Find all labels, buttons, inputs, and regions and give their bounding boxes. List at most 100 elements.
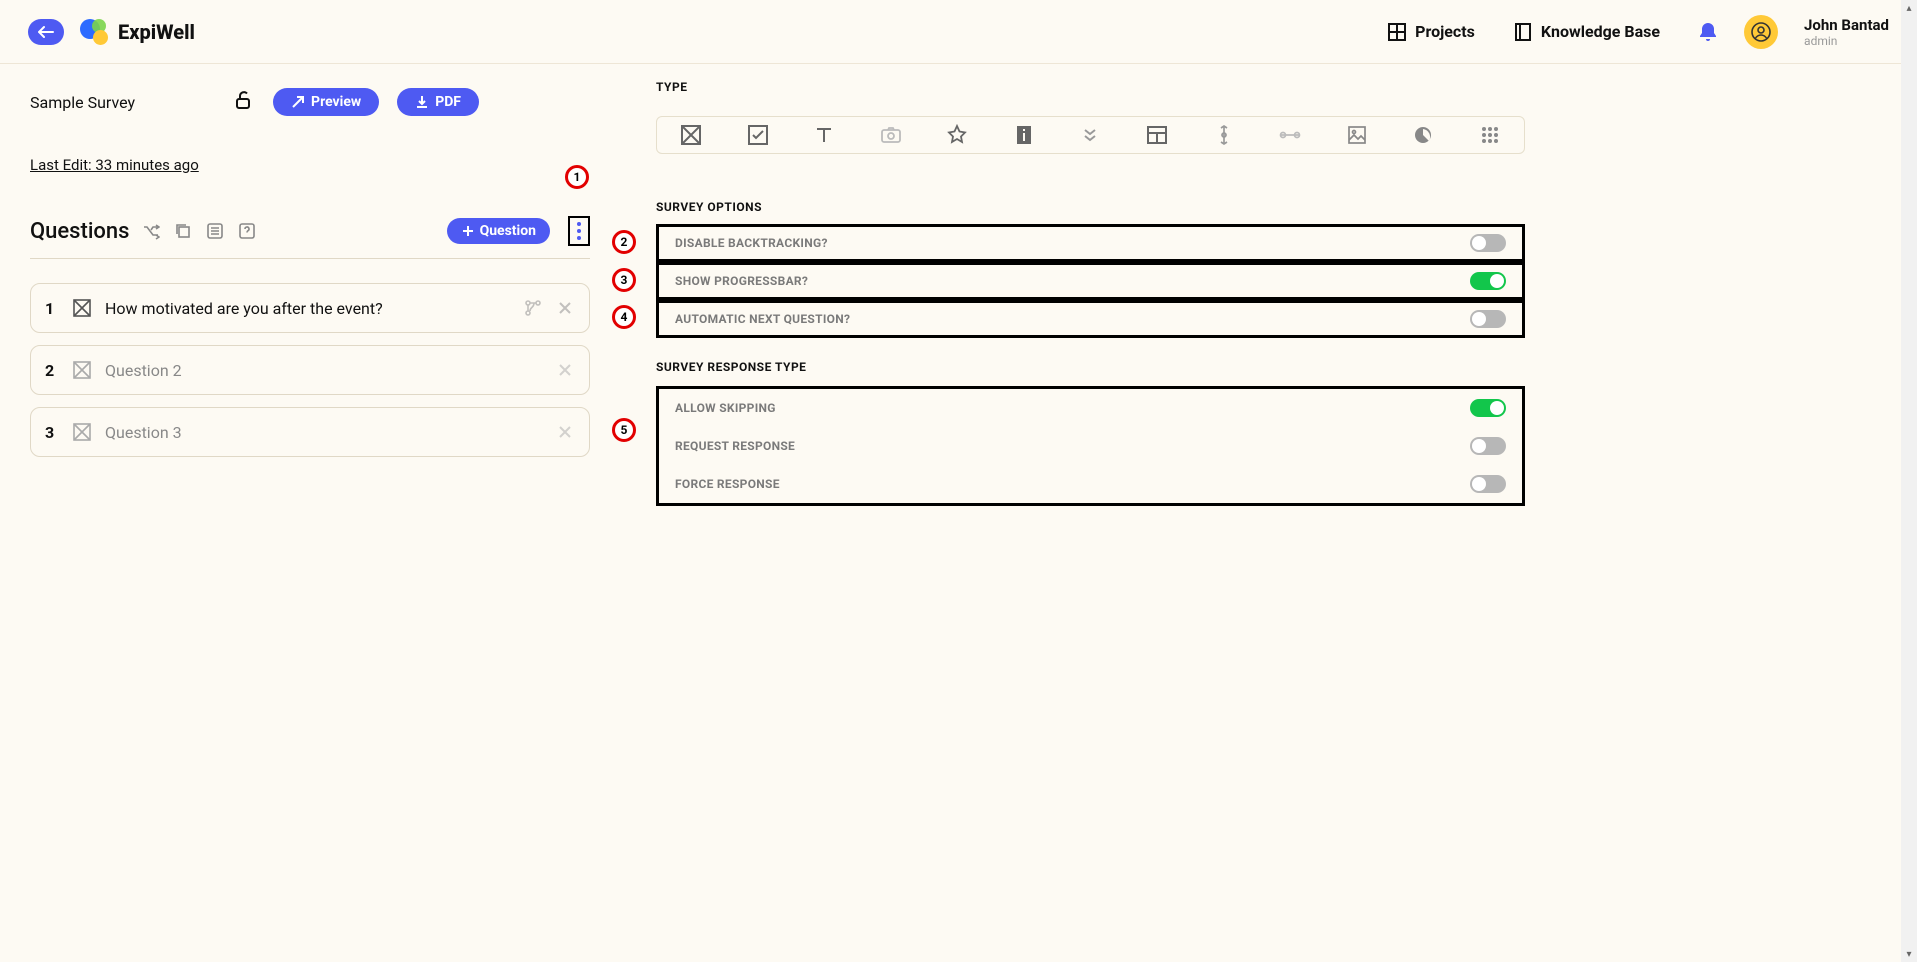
toggle-request-response[interactable] <box>1470 437 1506 455</box>
add-question-label: Question <box>480 223 536 239</box>
toggle-disable-backtracking[interactable] <box>1470 234 1506 252</box>
grid-dots-icon <box>1480 125 1500 145</box>
camera-icon <box>880 124 902 146</box>
type-text-button[interactable] <box>812 123 836 147</box>
add-question-button[interactable]: Question <box>447 218 550 244</box>
type-info-button[interactable] <box>1012 123 1036 147</box>
back-button[interactable] <box>28 19 64 45</box>
type-slider-v-button[interactable] <box>1212 123 1236 147</box>
callout-3: 3 <box>612 268 636 292</box>
clock-icon <box>1413 125 1433 145</box>
option-label: REQUEST RESPONSE <box>675 439 795 453</box>
question-delete-button[interactable] <box>555 298 575 318</box>
questions-more-button[interactable] <box>568 216 590 246</box>
list-button[interactable] <box>205 221 225 241</box>
type-time-button[interactable] <box>1411 123 1435 147</box>
vertical-scrollbar[interactable]: ▴ ▾ <box>1901 0 1917 962</box>
response-type-label: SURVEY RESPONSE TYPE <box>656 360 1525 374</box>
chevron-double-down-icon <box>1081 126 1099 144</box>
questions-heading: Questions <box>30 219 129 244</box>
copy-button[interactable] <box>173 221 193 241</box>
question-number: 2 <box>45 361 59 380</box>
nav-projects-label: Projects <box>1415 22 1475 41</box>
question-row[interactable]: 1 How motivated are you after the event? <box>30 283 590 333</box>
option-label: FORCE RESPONSE <box>675 477 780 491</box>
type-layout-button[interactable] <box>1145 123 1169 147</box>
callout-5: 5 <box>612 418 636 442</box>
question-list: 1 How motivated are you after the event?… <box>30 283 590 457</box>
text-icon <box>813 124 835 146</box>
user-role: admin <box>1804 34 1889 48</box>
brand-name: ExpiWell <box>118 20 195 44</box>
scroll-up-button[interactable]: ▴ <box>1901 0 1917 16</box>
star-icon <box>946 124 968 146</box>
image-icon <box>1347 125 1367 145</box>
response-type-box: ALLOW SKIPPING REQUEST RESPONSE FORCE RE… <box>656 386 1525 506</box>
arrow-left-icon <box>38 25 54 39</box>
question-row[interactable]: 2 Question 2 <box>30 345 590 395</box>
option-force-response: FORCE RESPONSE <box>659 465 1522 503</box>
type-slider-h-button[interactable] <box>1278 123 1302 147</box>
type-grid-button[interactable] <box>1478 123 1502 147</box>
type-checkbox-button[interactable] <box>746 123 770 147</box>
survey-options-label: SURVEY OPTIONS <box>656 200 1525 214</box>
user-icon <box>1751 22 1771 42</box>
type-rating-button[interactable] <box>945 123 969 147</box>
survey-title-row: Sample Survey Preview PDF <box>30 84 590 120</box>
plus-icon <box>461 224 475 238</box>
option-label: DISABLE BACKTRACKING? <box>675 236 828 250</box>
question-delete-button[interactable] <box>555 360 575 380</box>
type-dropdown-button[interactable] <box>1078 123 1102 147</box>
type-toolbar <box>656 116 1525 154</box>
grid-icon <box>1387 22 1407 42</box>
question-number: 3 <box>45 423 59 442</box>
question-number: 1 <box>45 299 59 318</box>
questions-header: Questions Question <box>30 216 590 246</box>
nav-knowledge-base[interactable]: Knowledge Base <box>1501 14 1672 50</box>
preview-icon <box>291 95 305 109</box>
close-icon <box>558 301 572 315</box>
preview-label: Preview <box>311 94 361 110</box>
survey-options-section: SURVEY OPTIONS DISABLE BACKTRACKING? SHO… <box>656 200 1525 338</box>
left-panel: Sample Survey Preview PDF Last Edit: 33 … <box>0 80 620 506</box>
callout-2: 2 <box>612 230 636 254</box>
lock-icon[interactable] <box>233 89 255 115</box>
branch-icon <box>524 299 542 317</box>
check-square-icon <box>747 124 769 146</box>
right-panel: TYPE SURVEY OPTIONS DISABLE BACKTRACKING… <box>620 80 1555 506</box>
copy-icon <box>174 222 192 240</box>
type-multichoice-button[interactable] <box>679 123 703 147</box>
shuffle-button[interactable] <box>141 221 161 241</box>
callout-4: 4 <box>612 305 636 329</box>
kebab-icon <box>577 222 581 240</box>
option-disable-backtracking: DISABLE BACKTRACKING? <box>656 224 1525 262</box>
question-delete-button[interactable] <box>555 422 575 442</box>
shuffle-icon <box>142 222 160 240</box>
question-text: How motivated are you after the event? <box>105 299 511 318</box>
info-icon <box>1014 125 1034 145</box>
type-image-button[interactable] <box>1345 123 1369 147</box>
toggle-allow-skipping[interactable] <box>1470 399 1506 417</box>
question-branch-button[interactable] <box>523 298 543 318</box>
notifications-button[interactable] <box>1696 20 1720 44</box>
toggle-show-progressbar[interactable] <box>1470 272 1506 290</box>
type-photo-button[interactable] <box>879 123 903 147</box>
nav-kb-label: Knowledge Base <box>1541 22 1660 41</box>
layout-icon <box>1146 124 1168 146</box>
toggle-auto-next[interactable] <box>1470 310 1506 328</box>
bell-icon <box>1698 21 1718 43</box>
scroll-down-button[interactable]: ▾ <box>1901 946 1917 962</box>
user-avatar[interactable] <box>1744 15 1778 49</box>
toggle-force-response[interactable] <box>1470 475 1506 493</box>
brand-logo[interactable]: ExpiWell <box>78 17 195 47</box>
question-row[interactable]: 3 Question 3 <box>30 407 590 457</box>
pdf-button[interactable]: PDF <box>397 88 479 116</box>
help-button[interactable] <box>237 221 257 241</box>
nav-projects[interactable]: Projects <box>1375 14 1487 50</box>
survey-title: Sample Survey <box>30 93 135 112</box>
preview-button[interactable]: Preview <box>273 88 379 116</box>
last-edit-text[interactable]: Last Edit: 33 minutes ago <box>30 156 590 174</box>
callout-1: 1 <box>565 165 589 189</box>
divider <box>30 258 590 259</box>
book-icon <box>1513 22 1533 42</box>
